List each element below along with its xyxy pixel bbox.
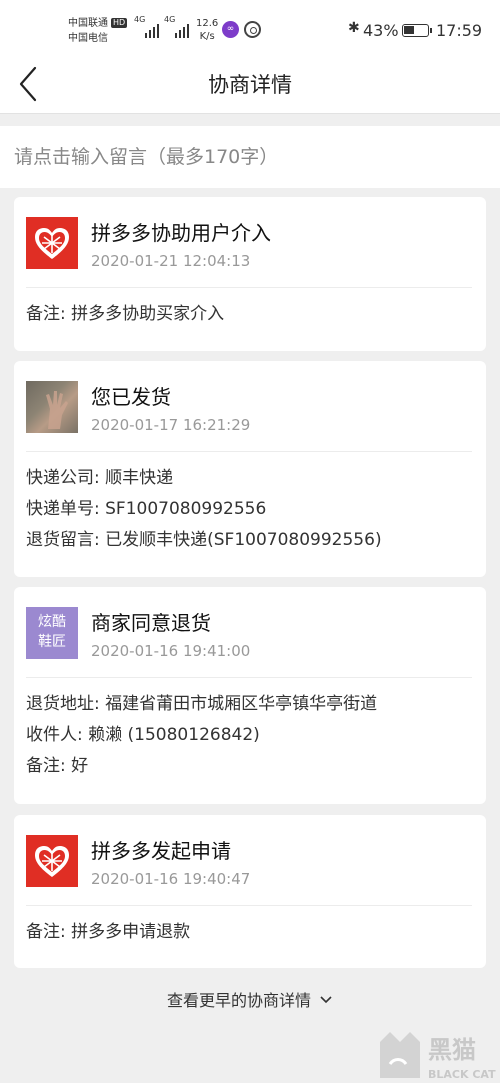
record-time: 2020-01-17 16:21:29 <box>91 416 251 434</box>
negotiation-record-card: 拼多多发起申请 2020-01-16 19:40:47 备注: 拼多多申请退款 <box>14 815 486 968</box>
record-detail-line: 备注: 拼多多协助买家介入 <box>26 304 225 324</box>
negotiation-record-card: 您已发货 2020-01-17 16:21:29 快递公司: 顺丰快递 快递单号… <box>14 361 486 577</box>
divider <box>26 677 472 678</box>
record-header: 拼多多发起申请 2020-01-16 19:40:47 <box>14 815 486 905</box>
signal2-icon: 4G <box>164 15 189 38</box>
pinduoduo-logo-icon <box>26 835 78 887</box>
page-title: 协商详情 <box>208 73 292 97</box>
black-cat-watermark: 黑猫 BLACK CAT <box>376 1028 500 1083</box>
record-detail-line: 备注: 拼多多申请退款 <box>26 922 191 942</box>
return-message-line: 退货留言: 已发顺丰快递(SF1007080992556) <box>26 530 382 550</box>
weibo-notification-icon <box>244 21 261 38</box>
signal1-label: 4G <box>134 15 146 24</box>
record-title: 商家同意退货 <box>91 611 211 635</box>
tracking-number-line: 快递单号: SF1007080992556 <box>26 499 267 519</box>
record-title: 您已发货 <box>91 385 171 409</box>
navigation-bar: 协商详情 <box>0 62 500 114</box>
hd-badge: HD <box>111 18 128 28</box>
status-bar: 中国联通 HD 中国电信 4G 4G 12.6 K/s ∞ ✱ 43% 17:59 <box>0 0 500 62</box>
clock: 17:59 <box>436 21 483 40</box>
record-header: 拼多多协助用户介入 2020-01-21 12:04:13 <box>14 197 486 287</box>
return-address-line: 退货地址: 福建省莆田市城厢区华亭镇华亭街道 <box>26 694 378 714</box>
watermark-en: BLACK CAT <box>428 1068 496 1081</box>
network-speed: 12.6 K/s <box>196 17 218 43</box>
carrier1-label: 中国联通 <box>68 18 108 29</box>
merchant-avatar: 炫酷 鞋匠 <box>26 607 78 659</box>
record-header: 炫酷 鞋匠 商家同意退货 2020-01-16 19:41:00 <box>14 587 486 677</box>
record-header: 您已发货 2020-01-17 16:21:29 <box>14 361 486 451</box>
record-body: 退货地址: 福建省莆田市城厢区华亭镇华亭街道 收件人: 赖濑 (15080126… <box>26 689 476 782</box>
signal2-label: 4G <box>164 15 176 24</box>
pinduoduo-logo-icon <box>26 217 78 269</box>
record-body: 备注: 拼多多申请退款 <box>26 917 476 948</box>
view-earlier-label: 查看更早的协商详情 <box>166 991 311 1010</box>
message-input[interactable] <box>0 126 500 188</box>
merchant-avatar-text: 鞋匠 <box>38 634 66 650</box>
chevron-down-icon <box>320 996 332 1004</box>
record-title: 拼多多协助用户介入 <box>91 221 271 245</box>
recipient-line: 收件人: 赖濑 (15080126842) <box>26 725 260 745</box>
negotiation-record-card: 拼多多协助用户介入 2020-01-21 12:04:13 备注: 拼多多协助买… <box>14 197 486 351</box>
record-body: 快递公司: 顺丰快递 快递单号: SF1007080992556 退货留言: 已… <box>26 463 476 556</box>
record-time: 2020-01-16 19:40:47 <box>91 870 251 888</box>
battery-percent: 43% <box>363 21 399 40</box>
signal1-icon: 4G <box>134 15 159 38</box>
speed-value: 12.6 <box>196 18 219 29</box>
record-time: 2020-01-16 19:41:00 <box>91 642 251 660</box>
courier-company-line: 快递公司: 顺丰快递 <box>26 468 174 488</box>
watermark-cn: 黑猫 <box>428 1036 476 1064</box>
bluetooth-icon: ✱ <box>348 20 360 36</box>
carrier2-label: 中国电信 <box>68 33 108 44</box>
divider <box>26 451 472 452</box>
record-title: 拼多多发起申请 <box>91 839 231 863</box>
hand-photo-icon <box>46 391 68 429</box>
record-body: 备注: 拼多多协助买家介入 <box>26 299 476 330</box>
remark-line: 备注: 好 <box>26 756 89 776</box>
app-notification-icon: ∞ <box>222 21 239 38</box>
merchant-avatar-text: 炫酷 <box>38 614 66 630</box>
battery-icon <box>402 24 432 37</box>
record-time: 2020-01-21 12:04:13 <box>91 252 251 270</box>
negotiation-record-card: 炫酷 鞋匠 商家同意退货 2020-01-16 19:41:00 退货地址: 福… <box>14 587 486 804</box>
view-earlier-records-link[interactable]: 查看更早的协商详情 <box>0 987 500 1011</box>
speed-unit: K/s <box>199 31 215 42</box>
divider <box>26 287 472 288</box>
black-cat-logo-icon: 黑猫 BLACK CAT <box>380 1032 496 1081</box>
buyer-avatar <box>26 381 78 433</box>
divider <box>26 905 472 906</box>
carrier-info: 中国联通 HD 中国电信 <box>68 16 128 46</box>
